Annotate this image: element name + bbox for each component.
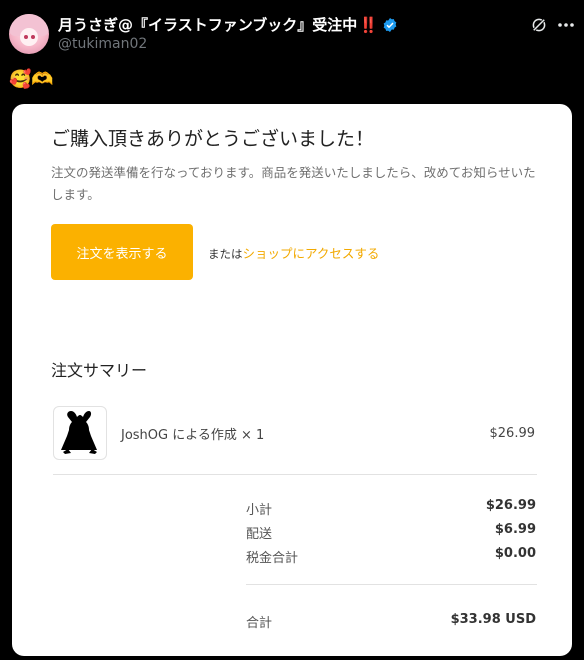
product-thumbnail xyxy=(53,406,107,460)
display-name[interactable]: 月うさぎ@『イラストファンブック』受注中 ‼️ xyxy=(58,14,398,35)
totals-divider xyxy=(246,584,537,585)
total-value: $33.98 USD xyxy=(450,612,536,627)
product-price: $26.99 xyxy=(489,426,536,441)
shipping-value: $6.99 xyxy=(494,522,536,537)
double-exclamation-icon: ‼️ xyxy=(359,15,378,34)
or-text: またはショップにアクセスする xyxy=(208,243,379,262)
avatar-eye-right xyxy=(31,35,35,39)
more-options-icon[interactable] xyxy=(556,17,576,33)
user-handle[interactable]: @tukiman02 xyxy=(58,36,147,52)
verified-badge-icon xyxy=(383,17,397,32)
summary-title: 注文サマリー xyxy=(51,361,148,380)
product-name: JoshOG による作成 × 1 xyxy=(121,428,265,443)
or-label: または xyxy=(208,247,243,261)
grok-icon[interactable] xyxy=(530,16,548,34)
subtotal-value: $26.99 xyxy=(485,498,536,513)
avatar-eye-left xyxy=(24,35,28,39)
total-label: 合計 xyxy=(246,616,273,631)
product-silhouette-icon xyxy=(61,411,97,454)
shop-link[interactable]: ショップにアクセスする xyxy=(243,246,380,261)
avatar[interactable] xyxy=(9,14,49,54)
view-order-button[interactable]: 注文を表示する xyxy=(51,224,193,280)
display-name-text: 月うさぎ@『イラストファンブック』受注中 xyxy=(58,16,358,34)
avatar-face xyxy=(20,28,38,46)
subtotal-label: 小計 xyxy=(246,503,273,518)
card-title: ご購入頂きありがとうございました！ xyxy=(51,128,375,150)
card-message: 注文の発送準備を行なっております。商品を発送いたしましたら、改めてお知らせいたし… xyxy=(51,165,536,202)
order-confirmation-card[interactable]: ご購入頂きありがとうございました！ 注文の発送準備を行なっております。商品を発送… xyxy=(12,104,572,656)
tax-value: $0.00 xyxy=(494,546,536,561)
product-divider xyxy=(53,474,537,475)
tax-label: 税金合計 xyxy=(246,551,299,566)
tweet-text: 🥰🫶 xyxy=(9,69,54,90)
shipping-label: 配送 xyxy=(246,527,273,542)
